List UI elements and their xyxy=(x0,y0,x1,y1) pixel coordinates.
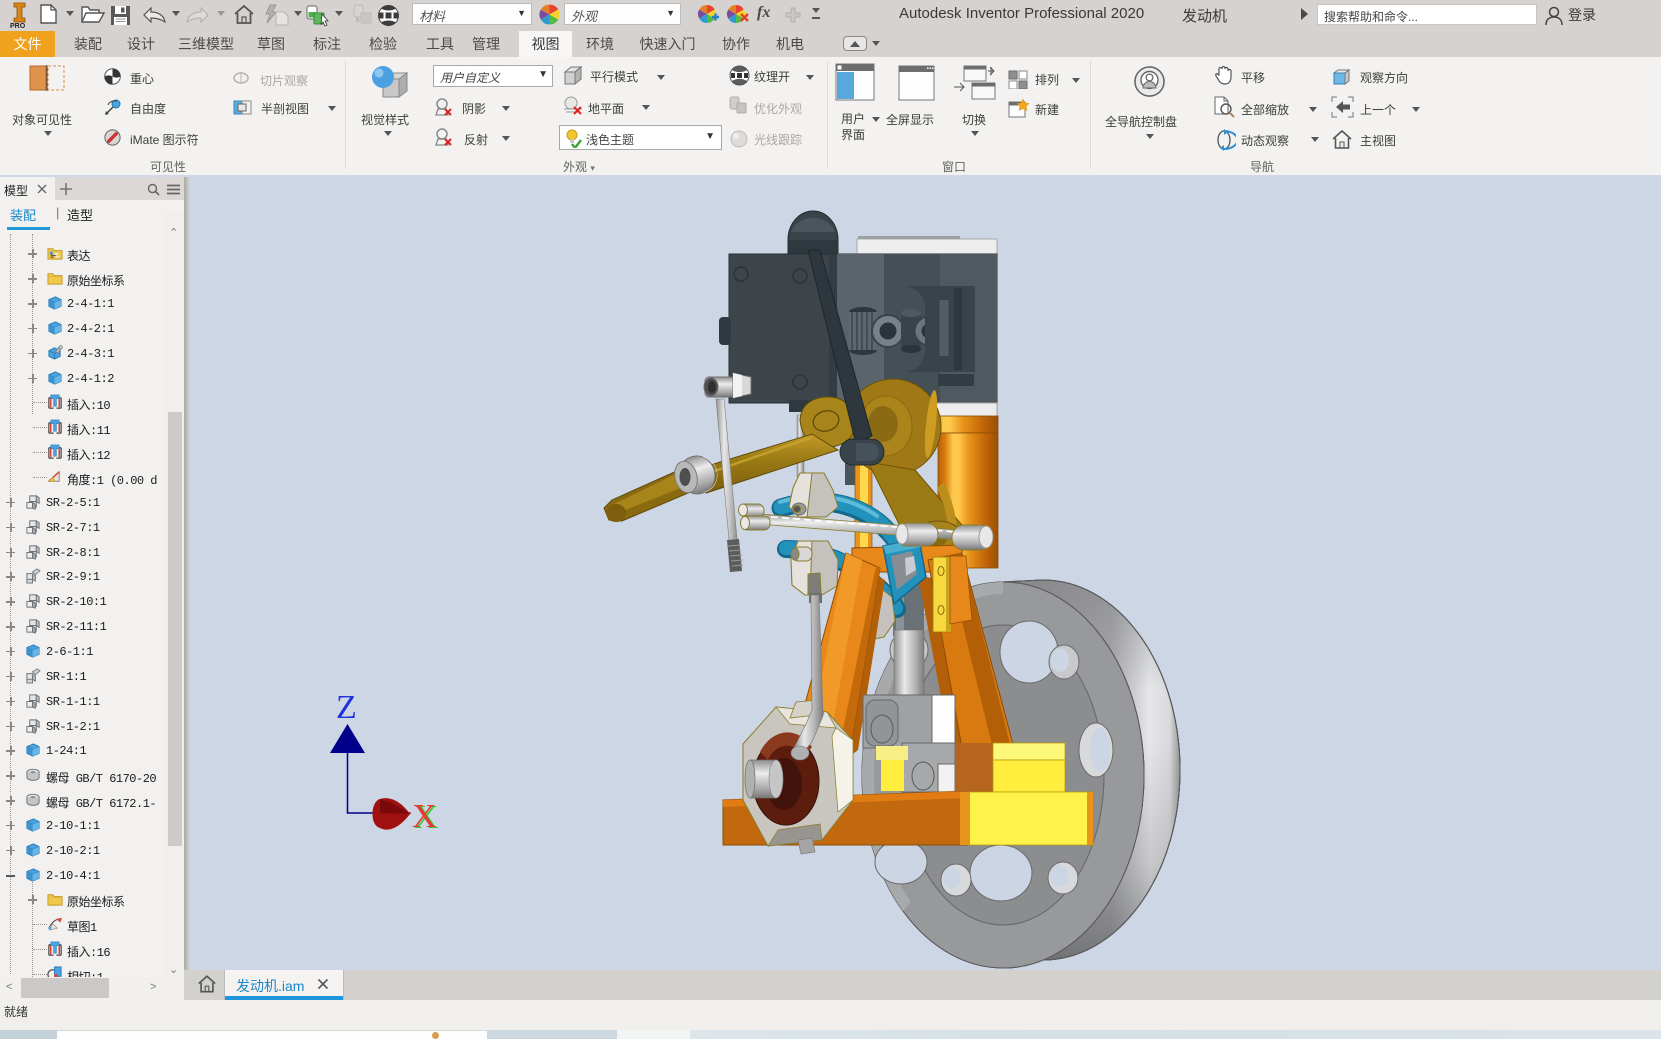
svg-text:X: X xyxy=(412,798,437,835)
svg-text:Z: Z xyxy=(336,689,357,726)
svg-text:PRO: PRO xyxy=(10,23,26,29)
